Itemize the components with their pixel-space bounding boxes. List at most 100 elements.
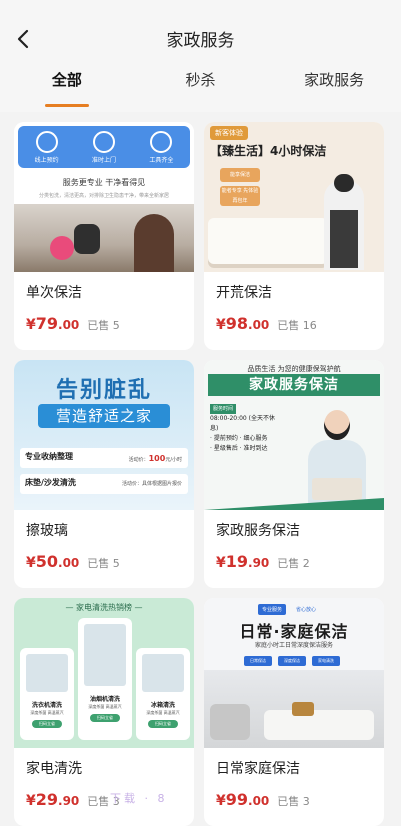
- towels-shape: [312, 478, 362, 500]
- living-room-photo: [204, 670, 384, 748]
- tile-button: 扫码立省: [90, 714, 120, 722]
- image-headline: — 家电清洗热销榜 —: [65, 603, 143, 612]
- product-grid: 线上预约 准时上门 工具齐全 服务更专业 干净看得见 分类包洗，清洁更高，对排除…: [14, 122, 388, 826]
- image-subheadline: 家庭小时工日常深度保洁服务: [254, 642, 333, 649]
- image-chip: 能享保洁: [220, 168, 260, 182]
- tile-sub: 深度杀菌 高温蒸汽: [88, 704, 122, 709]
- service-info: 服务时间 08:00-20:00 (全天不休息) · 提前预约 · 细心服务 ·…: [210, 404, 280, 454]
- image-pill: 深度保洁: [278, 656, 306, 666]
- product-price: ¥50.00: [26, 552, 80, 571]
- image-pill: 家电清洗: [312, 656, 340, 666]
- top-bar: 家政服务 全部 秒杀 家政服务: [0, 0, 401, 112]
- face-shape: [324, 410, 350, 440]
- product-card[interactable]: 专业服务 省心放心 日常·家庭保洁 家庭小时工日常深度保洁服务 日常保洁 深度保…: [204, 598, 384, 826]
- cleaning-photo: [14, 204, 194, 272]
- image-subheadline: 营造舒适之家: [38, 404, 170, 428]
- image-tagline: 品质生活 为您的健康保驾护航: [247, 365, 341, 373]
- toolbox-icon: [150, 130, 173, 153]
- sold-count: 已售 3: [277, 795, 310, 808]
- tile-label: 冰箱清洗: [150, 702, 175, 709]
- service-price: 活动价：100元/小时: [128, 454, 182, 463]
- tile-button: 扫码立省: [32, 720, 62, 728]
- product-title: 单次保洁: [26, 285, 82, 301]
- product-card[interactable]: 线上预约 准时上门 工具齐全 服务更专业 干净看得见 分类包洗，清洁更高，对排除…: [14, 122, 194, 350]
- price-row: ¥79.00 已售 5: [26, 314, 120, 333]
- tab-housekeeping[interactable]: 家政服务: [267, 67, 401, 109]
- apron-shape: [330, 210, 358, 268]
- tile-label: 洗衣机清洗: [31, 702, 62, 709]
- product-title: 家政服务保洁: [216, 523, 300, 539]
- globe-icon: [35, 130, 58, 153]
- service-tile: 冰箱清洗 深度杀菌 高温蒸汽 扫码立省: [136, 648, 190, 740]
- price-row: ¥19.90 已售 2: [216, 552, 310, 571]
- housekeeper-photo: [302, 404, 372, 510]
- tab-label: 秒杀: [185, 71, 216, 89]
- tab-flash-sale[interactable]: 秒杀: [134, 67, 268, 109]
- service-tile: 油烟机清洗 深度杀菌 高温蒸汽 扫码立省: [78, 618, 132, 740]
- tab-all[interactable]: 全部: [0, 67, 134, 109]
- service-row: 专业收纳整理 活动价：100元/小时: [20, 448, 188, 468]
- fridge-image: [142, 654, 184, 692]
- image-banner: 家政服务保洁: [208, 374, 380, 396]
- service-note: 活动价：具体根据图片报价: [121, 481, 182, 487]
- product-title: 日常家庭保洁: [216, 761, 300, 777]
- product-title: 开荒保洁: [216, 285, 272, 301]
- image-headline: 日常·家庭保洁: [239, 622, 349, 641]
- product-image: — 家电清洗热销榜 — 洗衣机清洗 深度杀菌 高温蒸汽 扫码立省 油烟机清洗 深…: [14, 598, 194, 748]
- washer-image: [26, 654, 68, 692]
- image-tag: 专业服务: [258, 604, 287, 615]
- service-hours: 08:00-20:00 (全天不休息): [210, 415, 275, 432]
- image-pill: 日常保洁: [244, 656, 272, 666]
- service-point: · 提前预约 · 细心服务: [210, 435, 268, 442]
- clock-icon: [92, 130, 115, 153]
- price-row: ¥99.00 已售 3: [216, 790, 310, 809]
- product-card[interactable]: 告别脏乱 营造舒适之家 专业收纳整理 活动价：100元/小时 床垫/沙发清洗 活…: [14, 360, 194, 588]
- image-tags: 专业服务 省心放心: [258, 604, 320, 615]
- image-pills: 日常保洁 深度保洁 家电清洗: [244, 656, 340, 666]
- service-row: 床垫/沙发清洗 活动价：具体根据图片报价: [20, 474, 188, 494]
- product-price: ¥79.00: [26, 314, 80, 333]
- service-point: · 星级售后 · 准时到达: [210, 445, 268, 452]
- tile-button: 扫码立省: [148, 720, 178, 728]
- sold-count: 已售 2: [277, 557, 310, 570]
- price-row: ¥29.90 已售 3: [26, 790, 120, 809]
- price-row: ¥98.00 已售 16: [216, 314, 317, 333]
- tab-label: 全部: [51, 71, 82, 89]
- tile-label: 油烟机清洗: [89, 696, 120, 703]
- clock-feature: 准时上门: [91, 130, 116, 164]
- service-label: 床垫/沙发清洗: [25, 478, 76, 487]
- tile-sub: 深度杀菌 高温蒸汽: [30, 710, 64, 715]
- product-price: ¥99.00: [216, 790, 270, 809]
- new-customer-badge: 新客体验: [210, 126, 248, 140]
- sold-count: 已售 5: [87, 557, 120, 570]
- feature-label: 准时上门: [91, 156, 116, 164]
- product-image: 线上预约 准时上门 工具齐全 服务更专业 干净看得见 分类包洗，清洁更高，对排除…: [14, 122, 194, 272]
- product-image: 品质生活 为您的健康保驾护航 家政服务保洁 服务时间 08:00-20:00 (…: [204, 360, 384, 510]
- tab-label: 家政服务: [304, 71, 365, 89]
- housekeeper-shape: [324, 174, 364, 270]
- product-card[interactable]: 品质生活 为您的健康保驾护航 家政服务保洁 服务时间 08:00-20:00 (…: [204, 360, 384, 588]
- image-slogan: 服务更专业 干净看得见: [62, 178, 146, 187]
- flower-shape: [50, 236, 74, 260]
- feature-label: 线上预约: [34, 156, 59, 164]
- tile-sub: 深度杀菌 高温蒸汽: [146, 710, 180, 715]
- product-card[interactable]: 新客体验 【臻生活】4小时保洁 能享保洁 能者专享 先体验再包年 开荒保洁 ¥9…: [204, 122, 384, 350]
- product-price: ¥98.00: [216, 314, 270, 333]
- chair-shape: [210, 704, 250, 740]
- range-hood-image: [84, 624, 126, 686]
- product-image: 专业服务 省心放心 日常·家庭保洁 家庭小时工日常深度保洁服务 日常保洁 深度保…: [204, 598, 384, 748]
- sold-count: 已售 16: [277, 319, 317, 332]
- service-label: 专业收纳整理: [25, 452, 73, 461]
- service-tile: 洗衣机清洗 深度杀菌 高温蒸汽 扫码立省: [20, 648, 74, 740]
- person-shape: [134, 214, 174, 272]
- toolbox-feature: 工具齐全: [149, 130, 174, 164]
- bed-shape: [208, 218, 328, 268]
- product-image: 告别脏乱 营造舒适之家 专业收纳整理 活动价：100元/小时 床垫/沙发清洗 活…: [14, 360, 194, 510]
- image-headline: 【臻生活】4小时保洁: [210, 144, 327, 158]
- feature-label: 工具齐全: [149, 156, 174, 164]
- hair-shape: [334, 174, 354, 192]
- image-headline: 告别脏乱: [55, 378, 152, 403]
- image-chip: 能者专享 先体验再包年: [220, 186, 260, 206]
- product-title: 擦玻璃: [26, 523, 68, 539]
- product-title: 家电清洗: [26, 761, 82, 777]
